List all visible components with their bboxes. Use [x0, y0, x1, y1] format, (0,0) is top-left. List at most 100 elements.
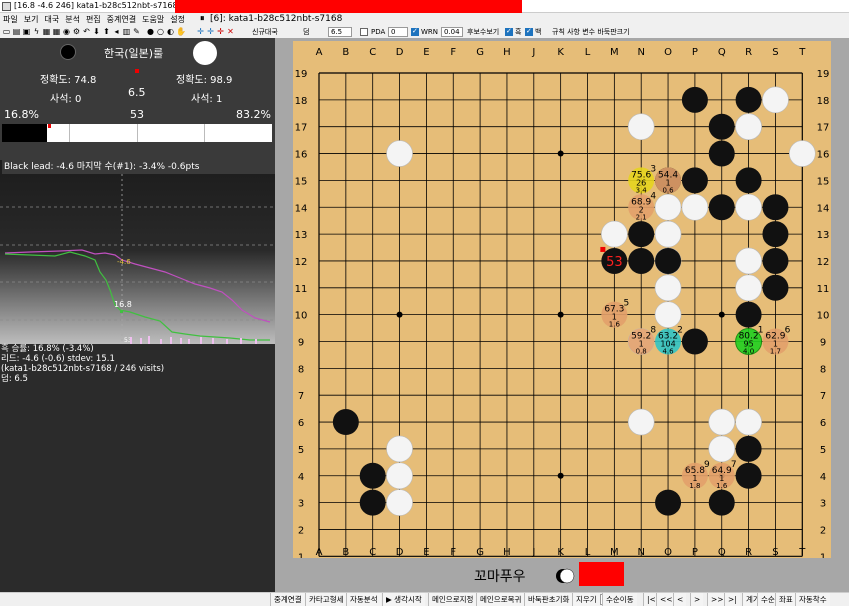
row-coordinate: 11 — [817, 284, 830, 295]
black-stone-icon[interactable]: ● — [146, 27, 155, 36]
winrate-graph[interactable]: Black lead: -4.6 마지막 수(#1): -3.4% -0.6pt… — [0, 160, 277, 344]
menu-item[interactable]: 설정 — [167, 13, 188, 26]
white-captures: 사석: 1 — [191, 94, 223, 105]
row-coordinate: 3 — [820, 499, 826, 510]
status-button[interactable]: 카타고형세 — [305, 593, 347, 606]
new-icon[interactable]: ▭ — [2, 27, 11, 36]
status-button[interactable]: >| — [724, 593, 740, 606]
row-coordinate: 7 — [820, 391, 826, 402]
candidate-s-label: 0.6 — [662, 186, 674, 194]
candidate-rank-label: 9 — [704, 460, 710, 470]
winrate-bar-black-fill — [2, 124, 48, 142]
down-arrow-icon[interactable]: ⬇ — [92, 27, 101, 36]
white-stone-icon[interactable]: ○ — [156, 27, 165, 36]
candidate-s-label: 0.8 — [636, 348, 647, 356]
status-button[interactable]: 바둑판초기화 — [524, 593, 573, 606]
menu-item[interactable]: 중계연결 — [104, 13, 139, 26]
menu-item[interactable]: 파일 — [0, 13, 21, 26]
cross-down-icon[interactable]: ✛ — [206, 27, 215, 36]
row-coordinate: 16 — [295, 150, 308, 161]
menu-bar: 파일 보기 대국 분석 편집 중계연결 도움말 설정 — [0, 13, 200, 26]
left-panel: 한국(일본)룰 정확도: 74.8 정확도: 98.9 사석: 0 사석: 1 … — [0, 38, 277, 592]
status-button[interactable]: 수순이동 — [602, 593, 637, 606]
stone-mix-icon[interactable]: ◐ — [166, 27, 175, 36]
gear-icon[interactable]: ⚙ — [72, 27, 81, 36]
status-button[interactable]: 중계연결 — [270, 593, 305, 606]
cross-icon[interactable]: ✛ — [196, 27, 205, 36]
white-winrate: 83.2% — [236, 108, 271, 121]
mark-icon[interactable]: ✛ — [216, 27, 225, 36]
status-button[interactable]: 좌표 — [775, 593, 796, 606]
column-coordinate: N — [637, 547, 644, 558]
wrn-checkbox[interactable] — [411, 27, 419, 36]
status-button[interactable]: 지우기 — [572, 593, 600, 606]
column-coordinate: A — [316, 547, 323, 558]
status-button[interactable]: < — [673, 593, 687, 606]
back-icon[interactable]: ◂ — [112, 27, 121, 36]
star-point — [396, 311, 403, 318]
column-coordinate: P — [692, 47, 698, 58]
wrn-input[interactable]: 0.04 — [441, 27, 463, 37]
row-coordinate: 2 — [298, 525, 304, 536]
open-folder-icon[interactable]: ▤ — [12, 27, 21, 36]
menu-item[interactable]: 도움말 — [139, 13, 167, 26]
status-button[interactable]: ▶ 생각시작 — [382, 593, 425, 606]
pencil-icon[interactable]: ✎ — [132, 27, 141, 36]
status-button[interactable]: > — [690, 593, 704, 606]
black-stone — [681, 328, 708, 355]
rules-label[interactable]: 규칙 사항 변수 바둑판크기 — [552, 27, 630, 37]
black-candidates-checkbox[interactable] — [505, 27, 513, 36]
new-game-button[interactable]: 신규대국 — [252, 27, 278, 37]
candidate-rank-label: 7 — [731, 460, 737, 470]
komi-input[interactable]: 6.5 — [328, 27, 352, 37]
edit-icon[interactable]: ▥ — [122, 27, 131, 36]
status-bar: 중계연결 카타고형세 자동분석 ▶ 생각시작 메인으로지정 메인으로복귀 바둑판초기화 지우기… — [0, 592, 849, 606]
menu-item[interactable]: 분석 — [62, 13, 83, 26]
hand-icon[interactable]: ✋ — [176, 27, 186, 36]
row-coordinate: 9 — [298, 338, 304, 349]
row-coordinate: 12 — [295, 257, 308, 268]
save-icon[interactable]: ▣ — [22, 27, 31, 36]
pda-checkbox[interactable] — [360, 28, 368, 36]
candidate-s-label: 2.1 — [636, 213, 647, 221]
up-arrow-icon[interactable]: ⬆ — [102, 27, 111, 36]
go-board[interactable]: A A B B C C D D E E F F G G H H J J K K L L M M N N O O P P Q Q R R S S T T 19… — [293, 41, 831, 558]
menu-item[interactable]: 편집 — [83, 13, 104, 26]
column-coordinate: T — [798, 47, 806, 58]
circle-icon[interactable]: ◉ — [62, 27, 71, 36]
column-coordinate: P — [692, 547, 698, 558]
black-accuracy: 정확도: 74.8 — [40, 75, 97, 86]
white-candidates-checkbox[interactable] — [525, 27, 533, 36]
menu-item[interactable]: 보기 — [21, 13, 42, 26]
winrate-bar-tick — [137, 124, 138, 142]
row-coordinate: 4 — [820, 472, 826, 483]
row-coordinate: 2 — [820, 525, 826, 536]
white-stone — [735, 247, 762, 275]
status-button[interactable]: 자동분석 — [346, 593, 381, 606]
candidate-rank-label: 5 — [623, 299, 629, 309]
game-title: 한국(일본)룰 — [104, 47, 164, 60]
winrate-bar-tick — [69, 124, 70, 142]
white-accuracy: 정확도: 98.9 — [176, 75, 233, 86]
pda-label: PDA — [371, 28, 386, 36]
row-coordinate: 10 — [817, 311, 830, 322]
status-button[interactable]: 메인으로복귀 — [476, 593, 525, 606]
candidate-rank-label: 3 — [650, 164, 656, 174]
black-stone — [762, 194, 789, 221]
white-stone — [386, 489, 413, 516]
grid2-icon[interactable]: ▦ — [52, 27, 61, 36]
close-icon[interactable]: ✕ — [226, 27, 235, 36]
pda-input[interactable]: 0 — [388, 27, 408, 37]
menu-item[interactable]: 대국 — [41, 13, 62, 26]
column-coordinate: B — [342, 547, 349, 558]
status-button[interactable]: 메인으로지정 — [428, 593, 477, 606]
column-coordinate: D — [396, 47, 404, 58]
winrate-bar-tick — [204, 124, 205, 142]
grid-icon[interactable]: ▦ — [42, 27, 51, 36]
pause-icon[interactable]: ⏸ — [200, 14, 205, 24]
undo-icon[interactable]: ↶ — [82, 27, 91, 36]
status-button[interactable]: 자동착수 — [795, 593, 830, 606]
lightning-icon[interactable]: ϟ — [32, 27, 41, 36]
row-coordinate: 15 — [817, 176, 830, 187]
row-coordinate: 6 — [298, 418, 304, 429]
